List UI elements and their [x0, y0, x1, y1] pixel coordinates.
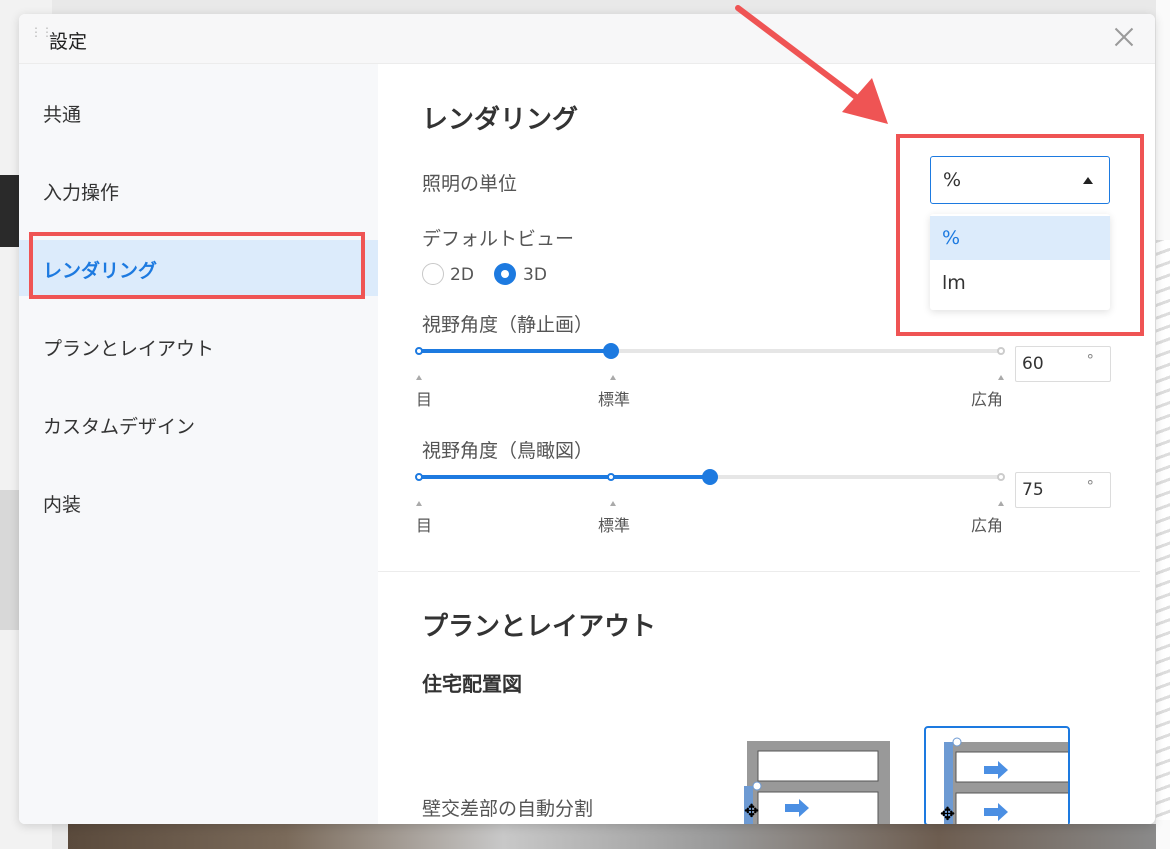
sidebar-item-common[interactable]: 共通 [19, 84, 378, 140]
sidebar-item-interior[interactable]: 内装 [19, 474, 378, 530]
settings-content: レンダリング 照明の単位 % % lm デフォルトビュー 2D 3D 視野角度（… [378, 64, 1155, 824]
sidebar-item-label: レンダリング [43, 260, 158, 282]
radio-3d[interactable] [494, 263, 516, 285]
lighting-unit-value: % [943, 169, 962, 191]
auto-split-label: 壁交差部の自動分割 [422, 798, 594, 820]
section-heading-plan-layout: プランとレイアウト [422, 612, 657, 642]
settings-sidebar: 共通 入力操作 レンダリング プランとレイアウト カスタムデザイン 内装 [19, 64, 378, 824]
tick-label-wide: 広角 [971, 390, 1004, 409]
dialog-titlebar[interactable]: ⋮⋮ 設定 [19, 14, 1155, 64]
sidebar-item-label: カスタムデザイン [43, 416, 196, 438]
fov-birdseye-label: 視野角度（鳥瞰図） [422, 440, 594, 462]
sidebar-item-plan-layout[interactable]: プランとレイアウト [19, 318, 378, 374]
tick-label-wide: 広角 [971, 516, 1004, 535]
background-scene-right [1156, 0, 1170, 849]
drag-handle-icon[interactable]: ⋮⋮ [30, 26, 53, 49]
residence-layout-heading: 住宅配置図 [422, 672, 522, 696]
wall-split-off-icon: ✥ [744, 741, 891, 824]
radio-2d[interactable] [422, 263, 444, 285]
section-heading-rendering: レンダリング [422, 105, 579, 135]
auto-split-option-on[interactable]: ✥ [924, 726, 1088, 824]
tick-label-eye: 目 [416, 516, 433, 535]
tick-label-standard: 標準 [598, 390, 631, 409]
sidebar-item-custom-design[interactable]: カスタムデザイン [19, 396, 378, 452]
sidebar-item-input[interactable]: 入力操作 [19, 162, 378, 218]
sidebar-item-rendering[interactable]: レンダリング [19, 240, 378, 296]
dropdown-option-percent[interactable]: % [930, 216, 1110, 260]
degree-unit: ° [1086, 351, 1095, 369]
default-view-label: デフォルトビュー [422, 228, 575, 250]
caret-up-icon [1083, 177, 1093, 184]
lighting-unit-label: 照明の単位 [422, 173, 518, 195]
svg-text:✥: ✥ [940, 804, 955, 824]
fov-birdseye-slider[interactable] [415, 469, 1005, 490]
background-shelf [0, 490, 20, 630]
svg-text:✥: ✥ [744, 801, 759, 822]
fov-still-input[interactable]: 60 ° [1015, 346, 1111, 382]
sidebar-item-label: 入力操作 [43, 182, 120, 204]
wall-split-on-icon: ✥ [940, 737, 1088, 824]
dialog-title: 設定 [49, 31, 88, 53]
degree-unit: ° [1086, 477, 1095, 495]
fov-still-slider[interactable] [415, 343, 1005, 364]
close-icon[interactable] [1111, 24, 1137, 50]
section-divider [378, 571, 1140, 572]
settings-dialog: ⋮⋮ 設定 共通 入力操作 レンダリング プランとレイアウト カスタムデザイン … [19, 14, 1155, 824]
sidebar-item-label: 共通 [43, 104, 82, 126]
lighting-unit-dropdown: % lm [930, 214, 1110, 310]
fov-birdseye-input[interactable]: 75 ° [1015, 472, 1111, 508]
lighting-unit-select[interactable]: % [930, 156, 1110, 204]
radio-3d-label: 3D [523, 265, 547, 285]
background-object [0, 175, 20, 247]
dropdown-option-lm[interactable]: lm [930, 261, 1110, 305]
auto-split-option-off[interactable]: ✥ [744, 738, 891, 824]
sidebar-item-label: プランとレイアウト [43, 338, 215, 360]
sidebar-item-label: 内装 [43, 494, 82, 516]
fov-birdseye-slider-thumb[interactable] [702, 469, 718, 485]
radio-2d-label: 2D [450, 265, 474, 285]
fov-still-label: 視野角度（静止画） [422, 314, 594, 336]
tick-label-eye: 目 [416, 390, 433, 409]
tick-label-standard: 標準 [598, 516, 631, 535]
background-floor [68, 824, 1156, 849]
fov-still-slider-thumb[interactable] [603, 343, 619, 359]
